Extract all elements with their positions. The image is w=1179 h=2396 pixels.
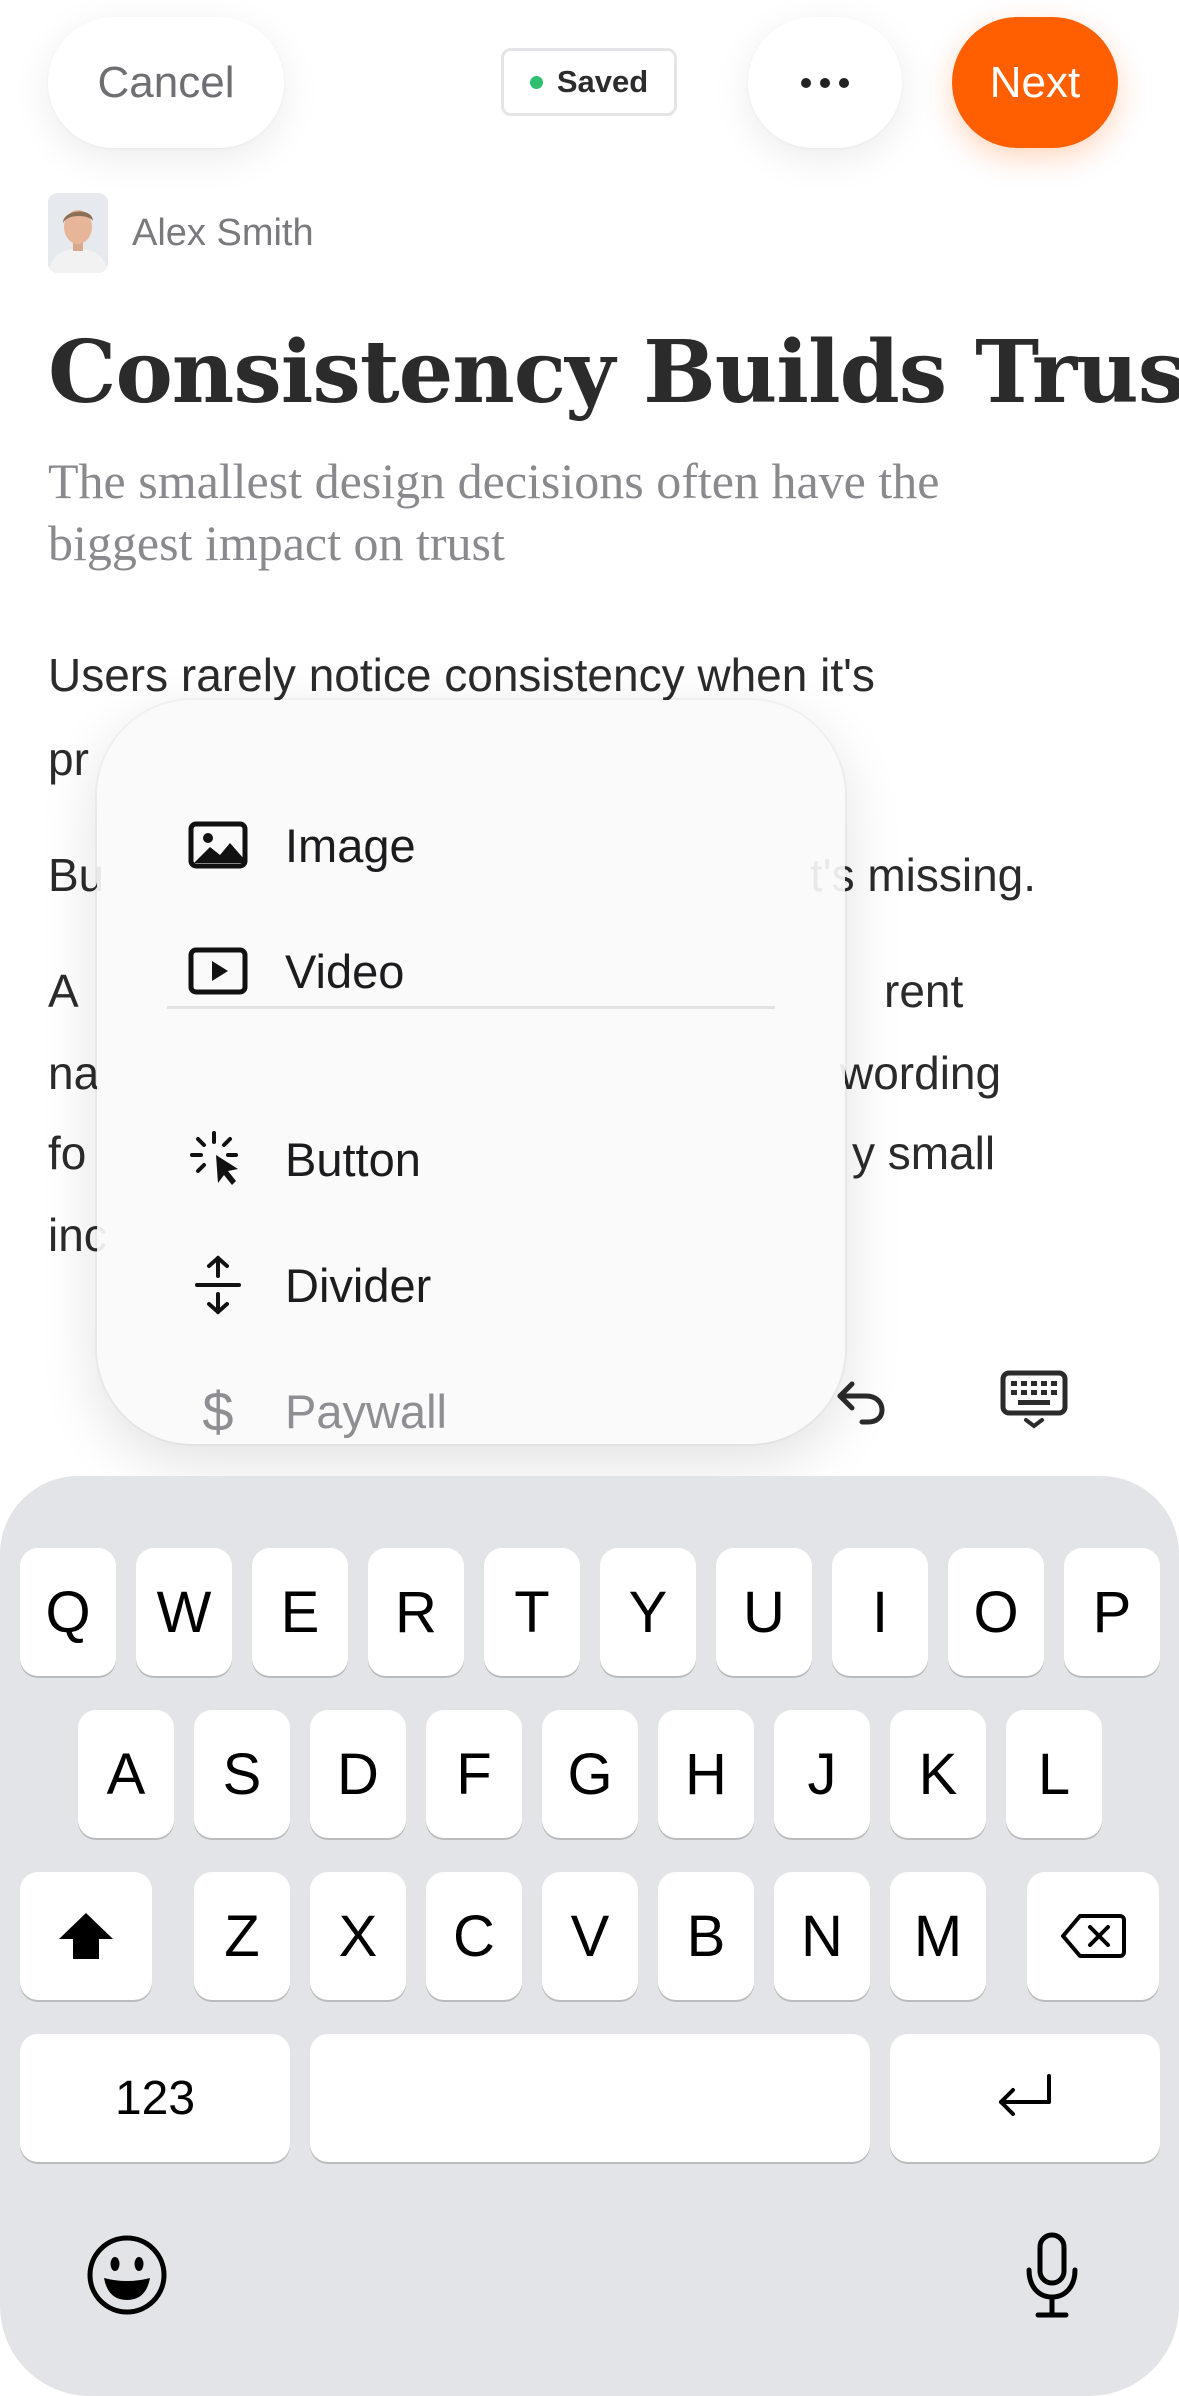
subtitle-line: The smallest design decisions often have… [48, 453, 940, 509]
menu-item-label: Divider [285, 1258, 432, 1312]
insert-block-menu: Image Video Button Divider $ Paywall [97, 700, 845, 1444]
key-k[interactable]: K [890, 1710, 986, 1838]
body-line: rent [884, 965, 964, 1017]
emoji-icon[interactable] [86, 2234, 168, 2316]
author-name: Alex Smith [132, 211, 314, 254]
microphone-icon[interactable] [1024, 2232, 1080, 2320]
key-p[interactable]: P [1064, 1548, 1160, 1676]
key-b[interactable]: B [658, 1872, 754, 2000]
body-line: wording [840, 1047, 1002, 1099]
key-s[interactable]: S [194, 1710, 290, 1838]
key-e[interactable]: E [252, 1548, 348, 1676]
menu-item-label: Button [285, 1132, 421, 1186]
space-key[interactable] [310, 2034, 870, 2162]
key-j[interactable]: J [774, 1710, 870, 1838]
key-q[interactable]: Q [20, 1548, 116, 1676]
menu-item-paywall[interactable]: $ Paywall [185, 1356, 447, 1466]
menu-item-button[interactable]: Button [185, 1104, 421, 1214]
cancel-button[interactable]: Cancel [48, 17, 284, 148]
avatar[interactable] [48, 193, 108, 273]
menu-item-image[interactable]: Image [185, 790, 416, 900]
undo-icon[interactable] [834, 1370, 890, 1426]
key-o[interactable]: O [948, 1548, 1044, 1676]
numbers-key[interactable]: 123 [20, 2034, 290, 2162]
key-t[interactable]: T [484, 1548, 580, 1676]
image-icon [185, 812, 251, 878]
key-l[interactable]: L [1006, 1710, 1102, 1838]
button-click-icon [185, 1126, 251, 1192]
key-a[interactable]: A [78, 1710, 174, 1838]
body-line: fo [48, 1127, 87, 1179]
top-bar: Cancel Saved Next [0, 0, 1179, 170]
return-key[interactable] [890, 2034, 1160, 2162]
saved-status-dot [529, 75, 543, 89]
key-w[interactable]: W [136, 1548, 232, 1676]
article-title[interactable]: Consistency Builds Trust [48, 318, 1179, 428]
menu-item-divider[interactable]: Divider [185, 1230, 431, 1340]
menu-item-video[interactable]: Video [185, 916, 404, 1026]
key-r[interactable]: R [368, 1548, 464, 1676]
key-n[interactable]: N [774, 1872, 870, 2000]
key-g[interactable]: G [542, 1710, 638, 1838]
dollar-icon: $ [202, 1379, 234, 1443]
subtitle-line: biggest impact on trust [48, 515, 505, 571]
key-f[interactable]: F [426, 1710, 522, 1838]
key-z[interactable]: Z [194, 1872, 290, 2000]
body-line: y small [852, 1127, 996, 1179]
key-y[interactable]: Y [600, 1548, 696, 1676]
author-row: Alex Smith [48, 193, 314, 273]
key-x[interactable]: X [310, 1872, 406, 2000]
saved-status-label: Saved [556, 64, 649, 99]
key-c[interactable]: C [426, 1872, 522, 2000]
body-line: A [48, 965, 79, 1017]
key-i[interactable]: I [832, 1548, 928, 1676]
body-line: pr [48, 733, 89, 785]
body-line: Users rarely notice consistency when it'… [48, 649, 875, 701]
menu-item-label: Image [285, 818, 416, 872]
backspace-icon [1061, 1914, 1126, 1958]
return-icon [999, 2074, 1051, 2116]
key-m[interactable]: M [890, 1872, 986, 2000]
ellipsis-icon [801, 77, 849, 88]
on-screen-keyboard: Q W E R T Y U I O P A S D F G H J K L Z … [0, 1476, 1179, 2396]
menu-item-label: Paywall [285, 1384, 447, 1438]
next-button[interactable]: Next [952, 17, 1118, 148]
saved-status-badge: Saved [501, 48, 677, 116]
article-subtitle[interactable]: The smallest design decisions often have… [48, 450, 1148, 574]
key-h[interactable]: H [658, 1710, 754, 1838]
keyboard-dismiss-icon[interactable] [1000, 1370, 1068, 1430]
key-u[interactable]: U [716, 1548, 812, 1676]
divider-icon [185, 1252, 251, 1318]
menu-item-label: Video [285, 944, 405, 998]
menu-separator [167, 1006, 775, 1009]
shift-key[interactable] [20, 1872, 152, 2000]
key-v[interactable]: V [542, 1872, 638, 2000]
key-d[interactable]: D [310, 1710, 406, 1838]
backspace-key[interactable] [1027, 1872, 1159, 2000]
body-line: Bu [48, 849, 105, 901]
body-line: na [48, 1047, 100, 1099]
more-options-button[interactable] [748, 17, 902, 148]
shift-arrow-icon [59, 1913, 113, 1959]
video-icon [185, 938, 251, 1004]
